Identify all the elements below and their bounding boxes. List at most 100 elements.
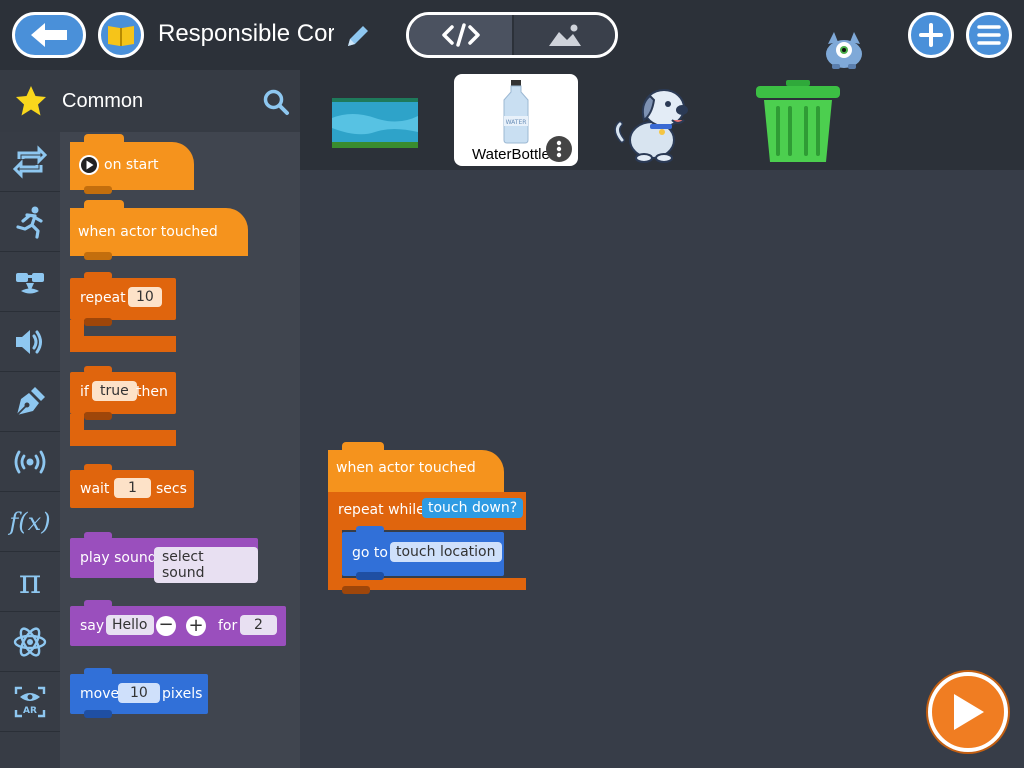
edit-title-button[interactable] [344, 22, 372, 50]
back-button[interactable] [12, 12, 86, 58]
category-sidebar: f(x) π AR [0, 132, 60, 768]
say-text-input[interactable]: Hello [106, 615, 154, 635]
dog-icon [614, 89, 688, 163]
block-connector [84, 252, 112, 260]
ar-eye-icon: AR [14, 686, 46, 717]
block-connector [84, 710, 112, 718]
repeat-count-input[interactable]: 10 [128, 287, 162, 307]
repeat-while-side [328, 530, 342, 580]
running-person-icon [16, 206, 43, 239]
if-condition-input[interactable]: true [92, 381, 137, 401]
block-tab [84, 668, 112, 676]
pixels-label: pixels [162, 686, 203, 702]
block-connector [342, 586, 370, 594]
hamburger-menu-icon [977, 25, 1001, 45]
search-icon[interactable] [262, 88, 290, 116]
repeat-label: repeat [80, 290, 126, 306]
wait-seconds-input[interactable]: 1 [114, 478, 151, 498]
category-looks[interactable] [0, 252, 60, 312]
plus-small-button[interactable]: + [186, 616, 206, 636]
script-canvas[interactable]: when actor touched repeat while touch do… [300, 170, 1024, 768]
block-tab [342, 442, 384, 452]
on-start-label: on start [104, 157, 159, 173]
go-to-target-input[interactable]: touch location [390, 542, 502, 562]
block-tab [84, 532, 112, 540]
pencil-icon [348, 26, 368, 46]
category-sound[interactable] [0, 312, 60, 372]
actor-waterbottle-selected[interactable]: WATER WaterBottle [454, 74, 578, 166]
canvas-when-touched-label: when actor touched [336, 460, 476, 476]
canvas-when-actor-touched-block[interactable]: when actor touched [328, 442, 504, 494]
category-motion[interactable] [0, 192, 60, 252]
block-tab [84, 600, 112, 608]
actor-strip: WATER WaterBottle [300, 70, 1024, 170]
condition-touch-down[interactable]: touch down? [422, 498, 524, 518]
if-then-block[interactable]: if true then [70, 366, 176, 446]
water-bottle-icon: WATER [503, 80, 529, 144]
canvas-go-to-block[interactable]: go to touch location [342, 526, 504, 580]
on-start-block[interactable]: on start [70, 134, 194, 194]
function-fx-icon: f(x) [9, 507, 51, 536]
block-tab [84, 366, 112, 374]
block-tab [84, 272, 112, 280]
category-physics[interactable] [0, 612, 60, 672]
menu-button[interactable] [966, 12, 1012, 58]
repeat-arrows-icon [13, 144, 47, 179]
play-triangle-icon [954, 694, 984, 730]
add-button[interactable] [908, 12, 954, 58]
actor-options-button[interactable] [546, 136, 572, 162]
minus-button[interactable]: − [156, 616, 176, 636]
when-actor-touched-block[interactable]: when actor touched [70, 200, 248, 260]
book-button[interactable] [98, 12, 144, 58]
atom-icon [13, 626, 47, 657]
trash-can[interactable] [756, 78, 840, 164]
block-tab [84, 464, 112, 472]
category-drawing[interactable] [0, 372, 60, 432]
block-tab [356, 526, 384, 534]
if-block-bottom [70, 430, 176, 446]
code-icon [441, 23, 480, 47]
secs-label: secs [156, 481, 187, 497]
move-pixels-input[interactable]: 10 [118, 683, 160, 703]
play-sound-block[interactable]: play sound select sound [70, 532, 258, 583]
actor-background[interactable] [332, 98, 418, 148]
block-palette: Common f(x) π AR on start when actor tou… [0, 70, 300, 768]
block-connector [356, 572, 384, 580]
move-label: move [80, 686, 120, 702]
block-connector [84, 318, 112, 326]
play-button[interactable] [928, 672, 1008, 752]
say-block[interactable]: say Hello − + for 2 [70, 600, 286, 646]
block-connector [84, 186, 112, 194]
stage-view-tab[interactable] [512, 15, 615, 55]
go-to-label: go to [352, 545, 388, 561]
plus-icon [919, 23, 943, 47]
play-circle-icon [79, 155, 99, 175]
trash-icon [756, 80, 840, 162]
repeat-while-label: repeat while [338, 502, 425, 518]
bottle-label-text: WATER [506, 119, 527, 126]
actor-dog[interactable] [612, 80, 700, 164]
repeat-block[interactable]: repeat 10 [70, 272, 176, 352]
code-view-tab[interactable] [409, 15, 512, 55]
block-connector [84, 412, 112, 420]
category-sensing[interactable] [0, 432, 60, 492]
category-math[interactable]: π [0, 552, 60, 612]
category-ar[interactable]: AR [0, 672, 60, 732]
move-block[interactable]: move 10 pixels [70, 668, 208, 718]
palette-category-title: Common [62, 90, 144, 112]
monster-mascot-icon [820, 28, 868, 70]
category-control[interactable] [0, 132, 60, 192]
broadcast-signal-icon [14, 450, 46, 473]
book-icon [108, 26, 134, 46]
image-icon [548, 24, 581, 46]
if-label: if [80, 384, 89, 400]
project-title[interactable]: Responsible Cor [158, 20, 334, 52]
wait-block[interactable]: wait 1 secs [70, 464, 194, 508]
block-tab [84, 134, 124, 144]
when-actor-touched-label: when actor touched [78, 224, 218, 240]
category-functions[interactable]: f(x) [0, 492, 60, 552]
more-vertical-icon [556, 140, 562, 158]
pen-nib-icon [16, 386, 45, 416]
say-duration-input[interactable]: 2 [240, 615, 277, 635]
sound-select[interactable]: select sound [154, 547, 258, 583]
